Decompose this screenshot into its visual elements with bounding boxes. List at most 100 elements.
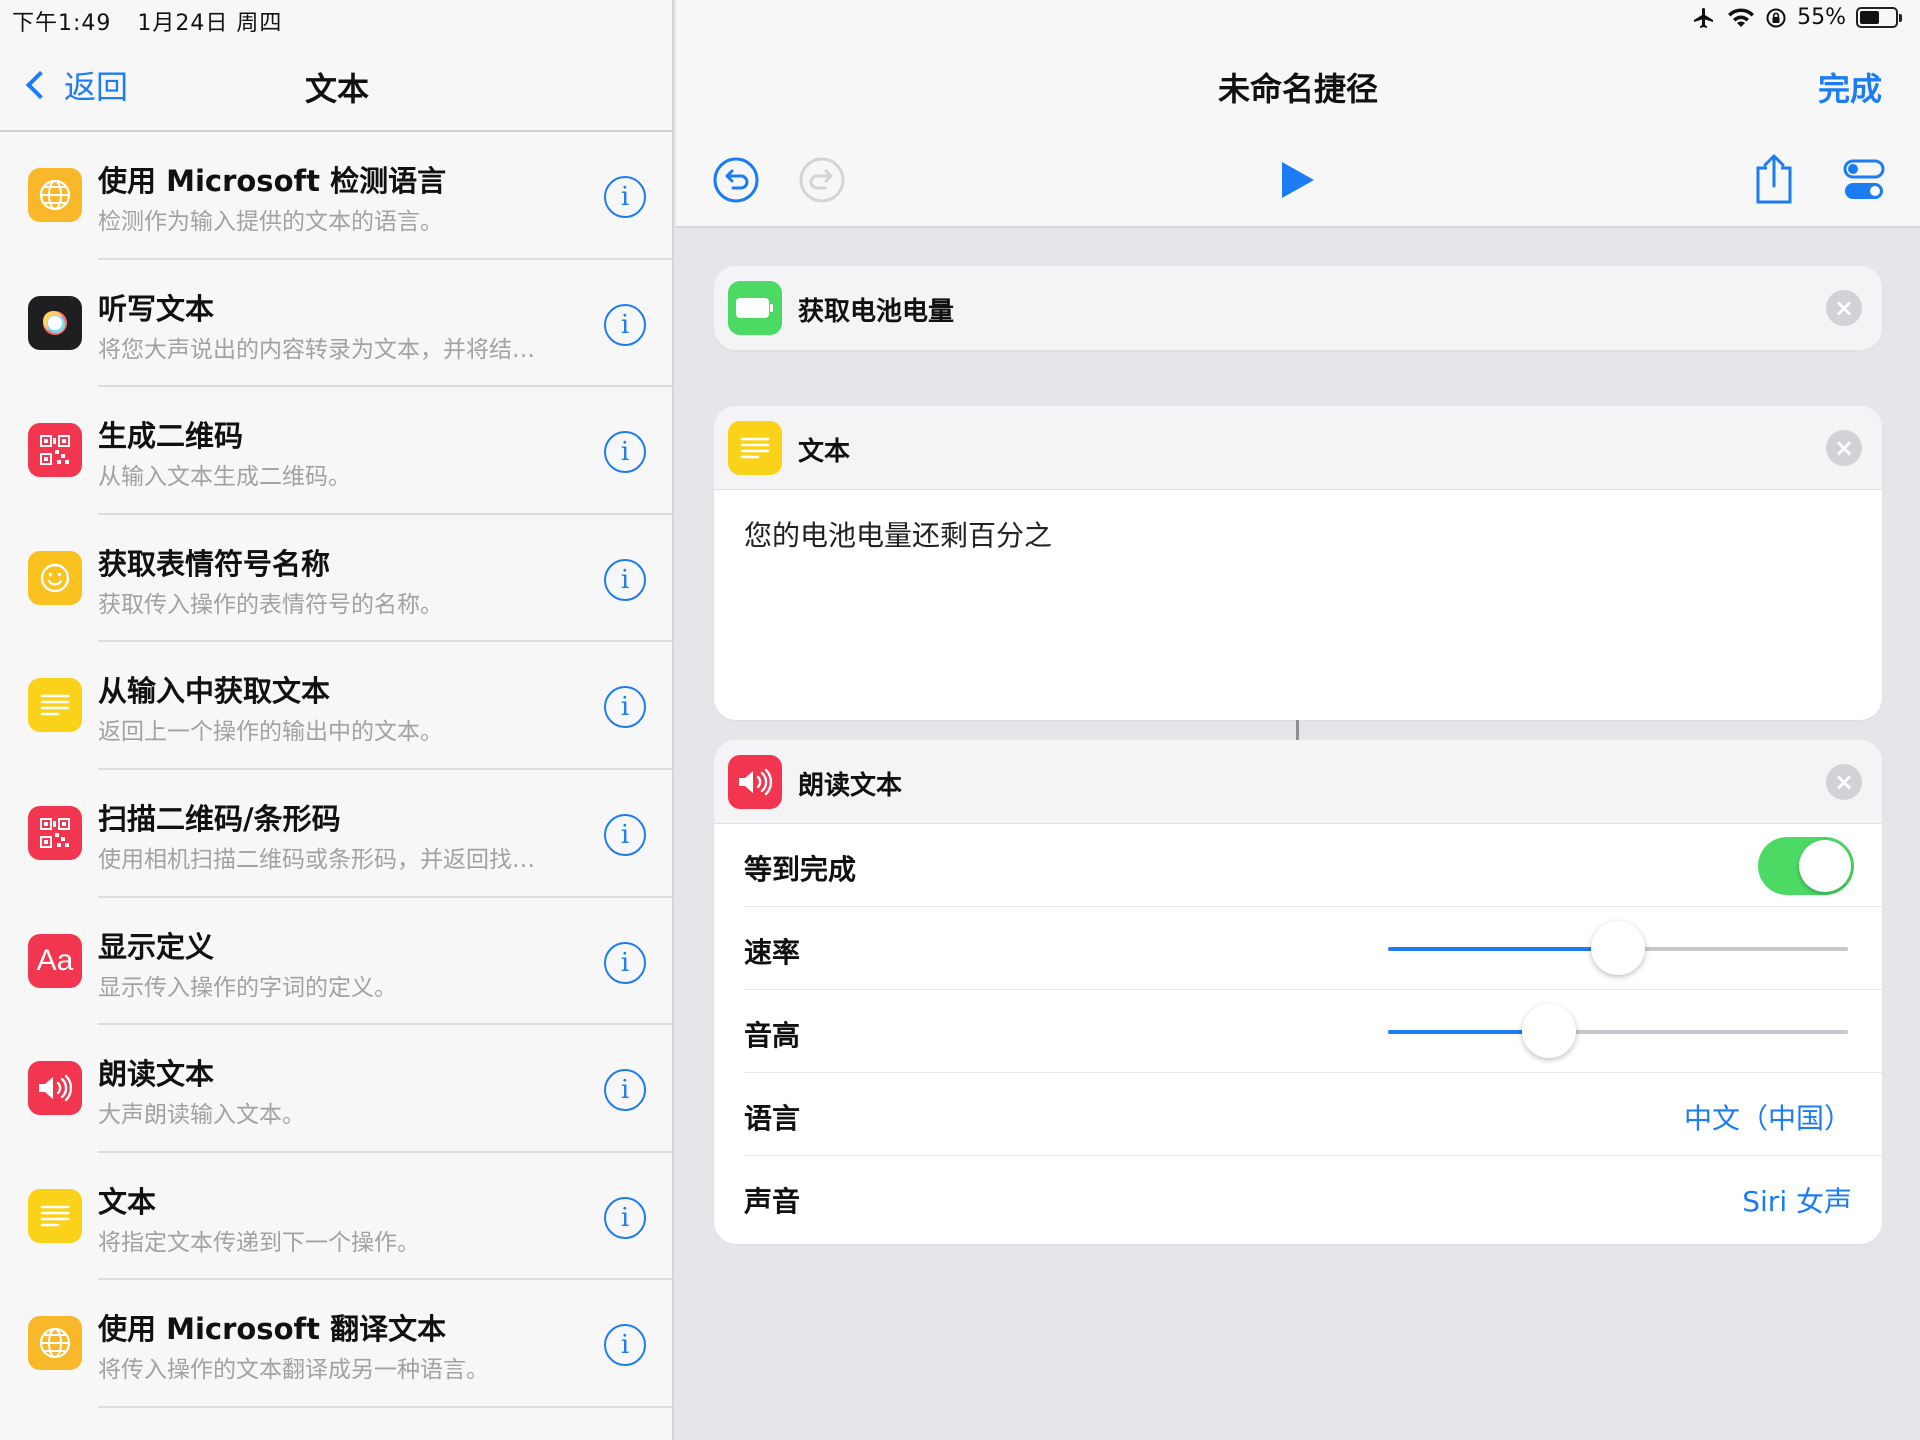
- info-icon: i: [620, 564, 630, 595]
- info-icon: i: [620, 309, 630, 340]
- card-title: 文本: [798, 437, 851, 467]
- action-title: 扫描二维码/条形码: [98, 801, 341, 836]
- rate-slider[interactable]: [1388, 921, 1848, 975]
- pitch-slider[interactable]: [1388, 1004, 1848, 1058]
- info-button[interactable]: i: [604, 1324, 646, 1367]
- speaker-icon: [728, 755, 782, 809]
- action-item[interactable]: 生成二维码从输入文本生成二维码。 i: [0, 387, 674, 515]
- wifi-icon: [1728, 7, 1755, 27]
- shortcut-title: 未命名捷径: [1217, 70, 1378, 108]
- battery-icon: [1856, 7, 1902, 28]
- info-button[interactable]: i: [604, 176, 646, 218]
- card-title: 朗读文本: [798, 771, 903, 801]
- qr-code-icon: [28, 805, 82, 860]
- left-nav-bar: 返回 文本: [0, 36, 674, 132]
- orientation-lock-icon: [1766, 8, 1786, 27]
- action-item[interactable]: 从输入中获取文本 返回上一个操作的输出中的文本。 i: [0, 642, 674, 770]
- remove-action-button[interactable]: ×: [1826, 764, 1862, 800]
- action-title: 朗读文本: [98, 1057, 215, 1092]
- battery-percent: 55%: [1797, 5, 1846, 30]
- action-item[interactable]: 获取表情符号名称 获取传入操作的表情符号的名称。 i: [0, 515, 674, 643]
- action-title: 听写文本: [98, 291, 215, 326]
- info-icon: i: [620, 819, 630, 850]
- action-title: 文本: [98, 1184, 157, 1219]
- action-description: 将您大声说出的内容转录为文本，并将结…: [98, 336, 535, 363]
- pitch-slider-thumb[interactable]: [1522, 1004, 1576, 1058]
- voice-value[interactable]: Siri 女声: [1742, 1180, 1852, 1220]
- info-button[interactable]: i: [604, 431, 646, 474]
- action-item[interactable]: 使用 Microsoft 检测语言 检测作为输入提供的文本的语言。 i: [0, 132, 674, 260]
- action-item[interactable]: Aa 显示定义显示传入操作的字词的定义。 i: [0, 898, 674, 1026]
- info-icon: i: [620, 182, 630, 212]
- card-header: 获取电池电量 ×: [714, 266, 1882, 350]
- dictionary-icon: Aa: [28, 933, 82, 988]
- info-icon: i: [620, 692, 630, 723]
- speak-text-action-card[interactable]: 朗读文本 × 等到完成 速率 音高 语言 中文（中国） 声音 Siri 女声: [714, 740, 1882, 1244]
- dictation-icon: [28, 295, 82, 350]
- action-description: 大声朗读输入文本。: [98, 1102, 305, 1129]
- info-icon: i: [620, 1075, 630, 1106]
- play-icon[interactable]: [1278, 158, 1318, 202]
- done-button[interactable]: 完成: [1818, 64, 1882, 110]
- action-list: 使用 Microsoft 检测语言 检测作为输入提供的文本的语言。 i 听写文本 将您大…: [0, 132, 674, 1408]
- action-title: 生成二维码: [98, 419, 244, 454]
- text-lines-icon: [28, 1188, 82, 1243]
- remove-action-button[interactable]: ×: [1826, 290, 1862, 326]
- smiley-icon: [28, 550, 82, 605]
- action-description: 将传入操作的文本翻译成另一种语言。: [98, 1357, 489, 1384]
- info-button[interactable]: i: [604, 1069, 646, 1112]
- action-item[interactable]: 使用 Microsoft 翻译文本将传入操作的文本翻译成另一种语言。 i: [0, 1280, 674, 1408]
- battery-level-fill: [1860, 11, 1879, 24]
- status-bar: 下午1:49 1月24日 周四 55%: [0, 0, 1920, 36]
- info-icon: i: [620, 1330, 630, 1361]
- battery-level-action-card[interactable]: 获取电池电量 ×: [714, 266, 1882, 350]
- voice-label: 声音: [744, 1185, 801, 1218]
- rate-slider-fill: [1388, 947, 1618, 951]
- wait-until-finished-row: 等到完成: [744, 824, 1882, 907]
- action-description: 返回上一个操作的输出中的文本。: [98, 719, 443, 746]
- status-right: 55%: [1691, 5, 1902, 30]
- info-button[interactable]: i: [604, 686, 646, 729]
- wait-label: 等到完成: [744, 853, 857, 886]
- wait-until-finished-toggle[interactable]: [1758, 837, 1854, 895]
- action-item[interactable]: 听写文本将您大声说出的内容转录为文本，并将结… i: [0, 260, 674, 388]
- action-item[interactable]: 朗读文本大声朗读输入文本。 i: [0, 1025, 674, 1153]
- globe-icon: [28, 168, 82, 222]
- info-button[interactable]: i: [604, 303, 646, 346]
- status-date: 1月24日 周四: [137, 11, 283, 36]
- action-description: 从输入文本生成二维码。: [98, 464, 351, 491]
- close-icon: ×: [1833, 434, 1855, 462]
- share-icon[interactable]: [1752, 152, 1796, 206]
- text-action-card[interactable]: 文本 × 您的电池电量还剩百分之: [714, 406, 1882, 720]
- action-connector: [1296, 720, 1299, 740]
- language-value[interactable]: 中文（中国）: [1684, 1097, 1852, 1137]
- undo-icon[interactable]: [712, 156, 760, 204]
- status-left: 下午1:49 1月24日 周四: [12, 5, 300, 37]
- info-button[interactable]: i: [604, 941, 646, 984]
- status-time: 下午1:49: [12, 11, 112, 36]
- remove-action-button[interactable]: ×: [1826, 430, 1862, 466]
- action-title: 使用 Microsoft 翻译文本: [98, 1312, 447, 1347]
- rate-slider-thumb[interactable]: [1591, 921, 1645, 975]
- text-content-field[interactable]: 您的电池电量还剩百分之: [744, 514, 1052, 554]
- pitch-row: 音高: [744, 990, 1882, 1073]
- info-button[interactable]: i: [604, 813, 646, 856]
- card-title: 获取电池电量: [798, 297, 955, 327]
- airplane-icon: [1694, 7, 1714, 28]
- action-title: 显示定义: [98, 929, 215, 964]
- text-lines-icon: [28, 678, 82, 733]
- action-item[interactable]: 扫描二维码/条形码 使用相机扫描二维码或条形码，并返回找… i: [0, 770, 674, 898]
- pitch-label: 音高: [744, 1019, 801, 1052]
- card-header: 文本 ×: [714, 406, 1882, 490]
- action-description: 将指定文本传递到下一个操作。: [98, 1229, 420, 1256]
- close-icon: ×: [1833, 294, 1855, 322]
- redo-icon[interactable]: [798, 156, 846, 204]
- info-button[interactable]: i: [604, 1196, 646, 1239]
- info-button[interactable]: i: [604, 558, 646, 601]
- action-description: 显示传入操作的字词的定义。: [98, 974, 397, 1001]
- action-item[interactable]: 文本将指定文本传递到下一个操作。 i: [0, 1153, 674, 1281]
- battery-icon: [728, 281, 782, 335]
- info-icon: i: [620, 437, 630, 468]
- settings-toggle-icon[interactable]: [1842, 158, 1886, 202]
- card-header: 朗读文本 ×: [714, 740, 1882, 824]
